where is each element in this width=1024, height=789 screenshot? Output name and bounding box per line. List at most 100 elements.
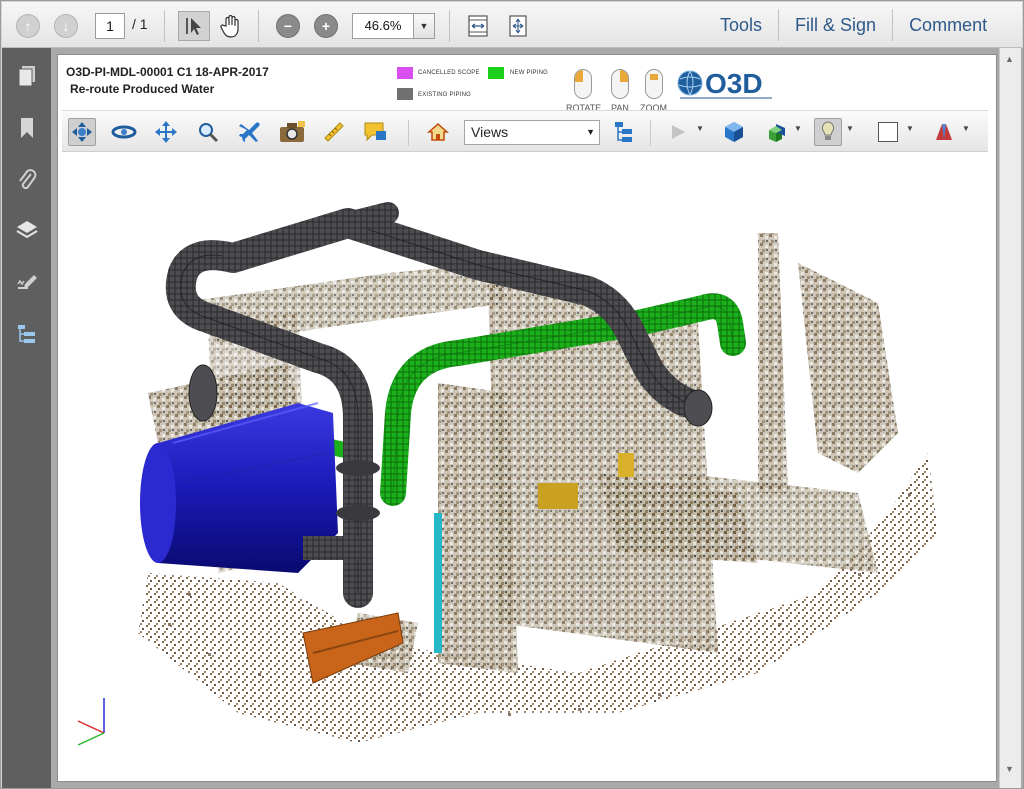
o3d-logo: O3D (677, 68, 772, 99)
play-animation-button[interactable] (664, 118, 692, 146)
plus-icon: + (314, 14, 338, 38)
camera-tool-button[interactable] (278, 118, 306, 146)
structure-column (758, 233, 788, 493)
bookmarks-button[interactable] (13, 114, 41, 142)
cross-section-icon (936, 124, 952, 140)
zoom-out-button[interactable]: − (274, 12, 302, 40)
bookmark-icon (21, 118, 33, 138)
main-toolbar: ↑ ↓ 1 / 1 − + 46.6% ▼ Tools Fill & Sign … (2, 2, 1022, 48)
chevron-down-icon[interactable]: ▼ (906, 124, 914, 133)
magnifier-icon (199, 123, 219, 143)
pan-mouse-icon (611, 69, 629, 99)
zoom-in-button[interactable]: + (312, 12, 340, 40)
rotate-tool-button[interactable] (68, 118, 96, 146)
hand-tool-button[interactable] (217, 12, 245, 40)
fly-tool-button[interactable] (236, 118, 264, 146)
projection-button[interactable] (720, 118, 748, 146)
legend-swatch-existing (397, 88, 413, 100)
3d-toolbar: Views ▼ ▼ ▼ ▼ ▼ ▼ (62, 110, 988, 152)
lighting-button[interactable] (814, 118, 842, 146)
next-page-button[interactable]: ↓ (52, 12, 80, 40)
play-icon (672, 125, 685, 139)
hand-icon (220, 14, 239, 38)
pipe-elbow (188, 364, 218, 422)
spin-icon (111, 125, 137, 139)
pdf-viewer-window: ↑ ↓ 1 / 1 − + 46.6% ▼ Tools Fill & Sign … (0, 0, 1024, 789)
scroll-down-arrow-icon[interactable]: ▼ (1005, 764, 1014, 774)
arrow-up-icon: ↑ (16, 14, 40, 38)
toolbar-divider (258, 10, 259, 42)
zoom-level-input[interactable]: 46.6% (352, 13, 414, 39)
render-cubes-icon (769, 124, 785, 142)
select-tool-button[interactable] (178, 11, 210, 41)
zoom-mouse-icon (645, 69, 663, 99)
fit-page-icon (509, 15, 527, 37)
camera-icon (280, 121, 305, 142)
toolbar-divider (449, 10, 450, 42)
legend-swatch-new (488, 67, 504, 79)
zoom-tool-button[interactable] (194, 118, 222, 146)
fit-page-button[interactable] (504, 12, 532, 40)
pipe-elbow (683, 389, 713, 427)
logo-wordmark: O3D (705, 68, 763, 99)
speech-bubble-icon (364, 122, 386, 142)
ruler-icon (324, 122, 344, 142)
yellow-equipment (618, 453, 634, 477)
yellow-equipment (538, 483, 578, 509)
rotate-icon (72, 122, 92, 142)
vertical-scrollbar[interactable]: ▲ ▼ (999, 48, 1021, 788)
page-number-input[interactable]: 1 (95, 13, 125, 39)
chevron-down-icon: ▼ (419, 21, 429, 31)
views-dropdown[interactable]: Views ▼ (464, 120, 600, 145)
attachments-button[interactable] (13, 166, 41, 194)
pan-tool-button[interactable] (152, 118, 180, 146)
axis-triad (77, 698, 105, 746)
home-icon (427, 122, 449, 141)
default-view-button[interactable] (424, 118, 452, 146)
vessel-head (140, 443, 176, 563)
tools-link[interactable]: Tools (704, 15, 778, 36)
lightbulb-icon (821, 121, 835, 140)
right-nav: Tools Fill & Sign Comment (704, 2, 1003, 48)
spin-tool-button[interactable] (110, 118, 138, 146)
scroll-up-arrow-icon[interactable]: ▲ (1005, 54, 1014, 64)
fit-width-button[interactable] (464, 12, 492, 40)
cyan-pipe (434, 513, 442, 653)
chevron-down-icon[interactable]: ▼ (794, 124, 802, 133)
legend-swatch-cancelled (397, 67, 413, 79)
background-color-button[interactable] (874, 118, 902, 146)
cube-icon (725, 122, 743, 142)
fit-width-icon (468, 15, 488, 37)
chevron-down-icon[interactable]: ▼ (846, 124, 854, 133)
fill-sign-link[interactable]: Fill & Sign (779, 15, 892, 36)
document-title: O3D-PI-MDL-00001 C1 18-APR-2017 (66, 65, 269, 79)
chevron-down-icon[interactable]: ▼ (696, 124, 704, 133)
model-tree-button[interactable] (13, 320, 41, 348)
signatures-button[interactable] (13, 268, 41, 296)
rotate-mouse-icon (574, 69, 592, 99)
comment-3d-button[interactable] (362, 118, 390, 146)
model-tree-icon (18, 325, 35, 343)
previous-page-button[interactable]: ↑ (14, 12, 42, 40)
cursor-icon (186, 18, 201, 35)
model-tree-toggle-button[interactable] (610, 118, 638, 146)
structure-column (438, 383, 518, 673)
pages-icon (18, 66, 35, 87)
page-thumbnails-button[interactable] (13, 62, 41, 90)
measure-tool-button[interactable] (320, 118, 348, 146)
chevron-down-icon: ▼ (586, 127, 595, 137)
pdf-page: O3D-PI-MDL-00001 C1 18-APR-2017 Re-route… (57, 54, 997, 782)
zoom-dropdown-button[interactable]: ▼ (413, 13, 435, 39)
cross-section-button[interactable] (930, 118, 958, 146)
pipe-flange (336, 505, 380, 521)
render-mode-button[interactable] (762, 118, 790, 146)
document-area: O3D-PI-MDL-00001 C1 18-APR-2017 Re-route… (51, 48, 1023, 788)
minus-icon: − (276, 14, 300, 38)
legend-label-existing: EXISTING PIPING (418, 92, 472, 98)
3d-model-viewport[interactable] (58, 153, 996, 781)
chevron-down-icon[interactable]: ▼ (962, 124, 970, 133)
toolbar-divider (650, 120, 651, 146)
equipment-point-cloud (798, 263, 898, 473)
layers-button[interactable] (13, 216, 41, 244)
comment-link[interactable]: Comment (893, 15, 1003, 36)
